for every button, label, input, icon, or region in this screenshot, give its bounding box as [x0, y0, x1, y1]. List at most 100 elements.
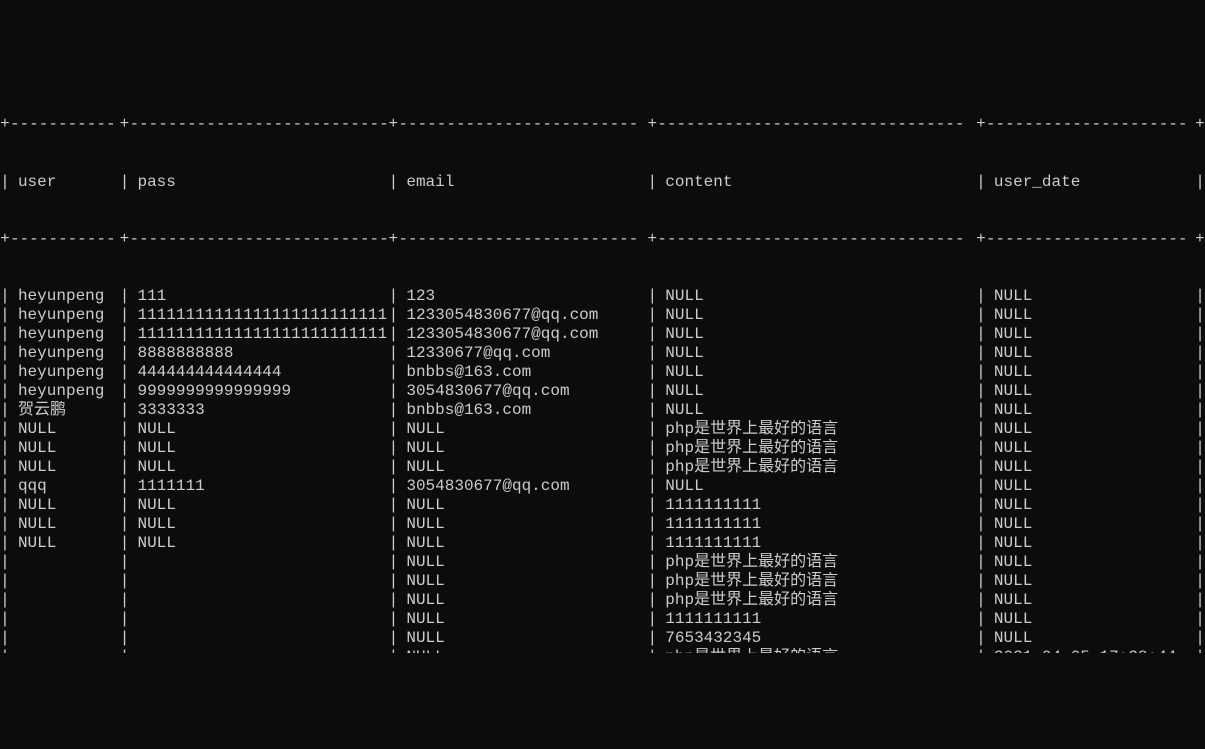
col-divider: | [647, 173, 657, 192]
cell-content: 1111111111 [657, 496, 976, 515]
header-email: email [398, 173, 647, 192]
col-divider: | [1195, 496, 1205, 515]
cell-user-date: NULL [986, 344, 1195, 363]
cell-user-date: NULL [986, 629, 1195, 648]
col-divider: | [120, 648, 130, 653]
cell-pass: NULL [129, 439, 388, 458]
table-separator-header: +-----------+---------------------------… [0, 230, 1205, 249]
cell-email: bnbbs@163.com [398, 401, 647, 420]
col-divider: | [976, 382, 986, 401]
cell-content: php是世界上最好的语言 [657, 553, 976, 572]
sep-plus: + [647, 230, 657, 249]
col-divider: | [976, 306, 986, 325]
col-divider: | [388, 287, 398, 306]
cell-user-date: NULL [986, 325, 1195, 344]
col-divider: | [1195, 363, 1205, 382]
cell-content: php是世界上最好的语言 [657, 591, 976, 610]
col-divider: | [0, 496, 10, 515]
table-row: |qqq|1111111|3054830677@qq.com|NULL|NULL… [0, 477, 1205, 496]
cell-pass: NULL [129, 458, 388, 477]
cell-user: NULL [10, 534, 120, 553]
cell-content: php是世界上最好的语言 [657, 648, 976, 653]
cell-content: php是世界上最好的语言 [657, 439, 976, 458]
col-divider: | [1195, 553, 1205, 572]
col-divider: | [647, 363, 657, 382]
col-divider: | [0, 306, 10, 325]
col-divider: | [976, 401, 986, 420]
col-divider: | [388, 610, 398, 629]
cell-email: 1233054830677@qq.com [398, 325, 647, 344]
cell-user: heyunpeng [10, 325, 120, 344]
col-divider: | [647, 534, 657, 553]
col-divider: | [647, 382, 657, 401]
table-row: |heyunpeng|11111111111111111111111111|12… [0, 306, 1205, 325]
col-divider: | [120, 515, 130, 534]
col-divider: | [388, 344, 398, 363]
sep-dash: ------------------------- [398, 230, 647, 249]
cell-user-date: NULL [986, 496, 1195, 515]
sep-dash: ----------- [10, 230, 120, 249]
cell-pass [129, 572, 388, 591]
col-divider: | [120, 553, 130, 572]
cell-user: heyunpeng [10, 363, 120, 382]
col-divider: | [1195, 572, 1205, 591]
col-divider: | [976, 287, 986, 306]
col-divider: | [388, 572, 398, 591]
cell-email: 1233054830677@qq.com [398, 306, 647, 325]
cell-content: NULL [657, 477, 976, 496]
header-content: content [657, 173, 976, 192]
col-divider: | [647, 401, 657, 420]
cell-pass: NULL [129, 496, 388, 515]
col-divider: | [0, 344, 10, 363]
sep-plus: + [1195, 115, 1205, 134]
col-divider: | [976, 572, 986, 591]
col-divider: | [1195, 515, 1205, 534]
col-divider: | [120, 363, 130, 382]
cell-content: 1111111111 [657, 515, 976, 534]
col-divider: | [1195, 591, 1205, 610]
col-divider: | [388, 553, 398, 572]
col-divider: | [976, 344, 986, 363]
col-divider: | [647, 344, 657, 363]
col-divider: | [976, 553, 986, 572]
col-divider: | [647, 648, 657, 653]
table-row: |贺云鹏|3333333|bnbbs@163.com|NULL|NULL| [0, 401, 1205, 420]
col-divider: | [0, 287, 10, 306]
cell-content: 1111111111 [657, 534, 976, 553]
sep-dash: ------------------------- [398, 115, 647, 134]
col-divider: | [388, 173, 398, 192]
cell-email: NULL [398, 553, 647, 572]
table-row: |NULL|NULL|NULL|1111111111|NULL| [0, 534, 1205, 553]
col-divider: | [1195, 610, 1205, 629]
col-divider: | [120, 458, 130, 477]
col-divider: | [976, 534, 986, 553]
sep-plus: + [120, 115, 130, 134]
cell-user: NULL [10, 515, 120, 534]
table-separator-top: +-----------+---------------------------… [0, 115, 1205, 134]
cell-content: php是世界上最好的语言 [657, 420, 976, 439]
sep-plus: + [388, 230, 398, 249]
table-row: |NULL|NULL|NULL|php是世界上最好的语言|NULL| [0, 420, 1205, 439]
col-divider: | [647, 553, 657, 572]
col-divider: | [388, 439, 398, 458]
col-divider: | [647, 629, 657, 648]
col-divider: | [976, 458, 986, 477]
col-divider: | [976, 610, 986, 629]
col-divider: | [1195, 325, 1205, 344]
col-divider: | [120, 572, 130, 591]
col-divider: | [0, 439, 10, 458]
col-divider: | [1195, 420, 1205, 439]
sep-plus: + [1195, 230, 1205, 249]
cell-user [10, 629, 120, 648]
col-divider: | [976, 496, 986, 515]
col-divider: | [647, 610, 657, 629]
col-divider: | [120, 610, 130, 629]
table-row: |heyunpeng|111|123|NULL|NULL| [0, 287, 1205, 306]
col-divider: | [388, 534, 398, 553]
cell-pass: 444444444444444 [129, 363, 388, 382]
table-row: |heyunpeng|11111111111111111111111111|12… [0, 325, 1205, 344]
col-divider: | [976, 363, 986, 382]
col-divider: | [0, 420, 10, 439]
cell-email: NULL [398, 629, 647, 648]
terminal-output: +-----------+---------------------------… [0, 77, 1205, 653]
